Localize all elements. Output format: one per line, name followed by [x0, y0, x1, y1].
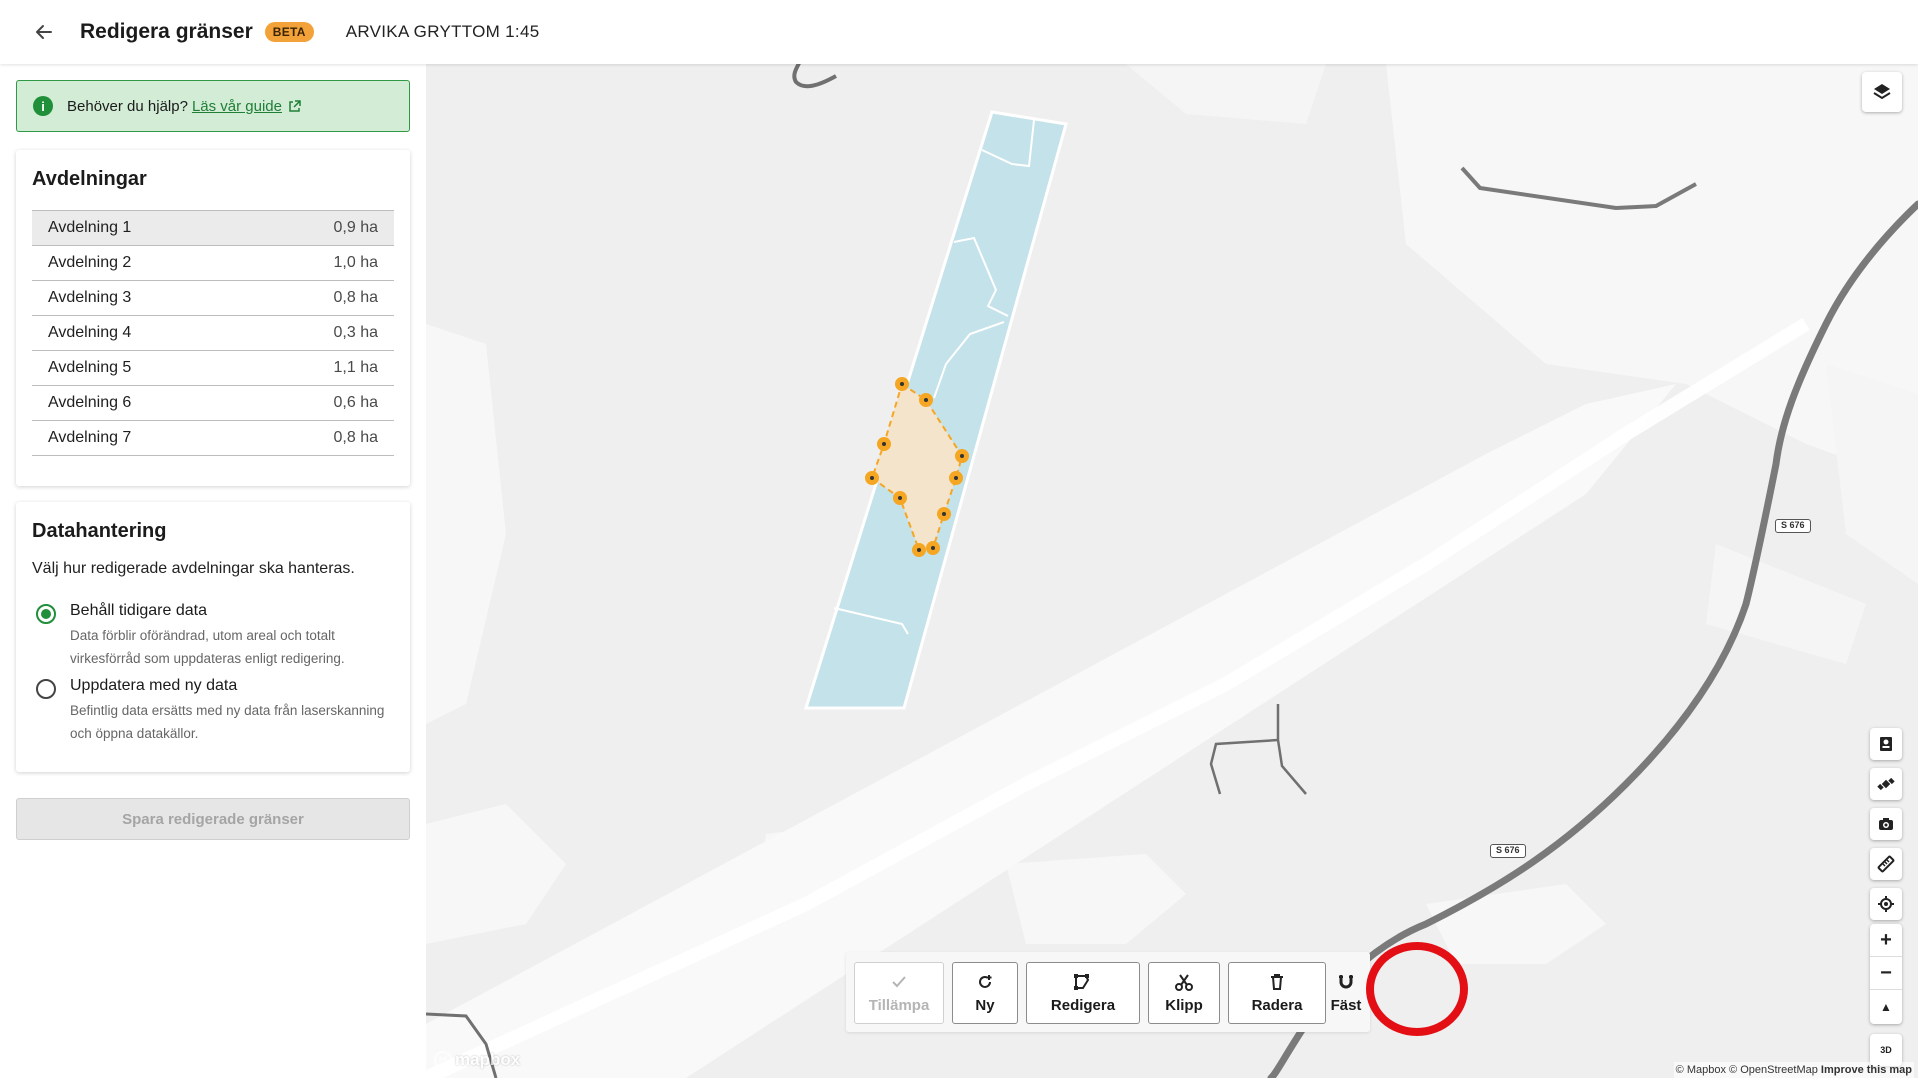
arrow-left-icon — [36, 25, 52, 39]
compass-button[interactable]: ▲ — [1870, 990, 1902, 1023]
edit-button[interactable]: Redigera — [1026, 962, 1140, 1024]
magnet-icon — [1339, 974, 1353, 988]
measure-button[interactable] — [1870, 848, 1902, 880]
section-name: Avdelning 1 — [48, 219, 132, 236]
page-title: Redigera gränser — [80, 20, 253, 43]
sections-list: Avdelning 1 0,9 ha Avdelning 2 1,0 ha Avde… — [32, 210, 394, 456]
section-area: 1,0 ha — [333, 254, 378, 271]
section-row[interactable]: Avdelning 4 0,3 ha — [32, 316, 394, 351]
section-name: Avdelning 3 — [48, 289, 132, 306]
check-icon — [892, 975, 906, 987]
map-attribution: © Mapbox © OpenStreetMap Improve this ma… — [1673, 1062, 1914, 1078]
section-area: 0,3 ha — [333, 324, 378, 341]
section-area: 0,6 ha — [333, 394, 378, 411]
delete-label: Radera — [1251, 996, 1303, 1014]
section-area: 0,9 ha — [333, 219, 378, 236]
section-name: Avdelning 6 — [48, 394, 132, 411]
update-data-description: Befintlig data ersätts med ny data från … — [70, 703, 385, 741]
help-banner: i Behöver du hjälp? Läs vår guide — [16, 80, 410, 132]
sections-card: Avdelningar Avdelning 1 0,9 ha Avdelning … — [16, 150, 410, 486]
sections-title: Avdelningar — [32, 168, 147, 190]
new-label: Ny — [975, 996, 995, 1014]
zoom-controls: + − ▲ — [1870, 924, 1902, 1024]
top-header: Redigera gränser BETA ARVIKA GRYTTOM 1:4… — [0, 0, 1918, 64]
back-button[interactable] — [26, 14, 62, 50]
update-data-radio[interactable] — [36, 679, 56, 699]
ruler-icon — [1877, 855, 1895, 873]
new-button[interactable]: Ny — [952, 962, 1018, 1024]
map-canvas[interactable] — [426, 64, 1918, 1078]
section-row[interactable]: Avdelning 2 1,0 ha — [32, 246, 394, 281]
attribution-mapbox[interactable]: © Mapbox — [1676, 1064, 1726, 1076]
update-data-option[interactable]: Uppdatera med ny data Befintlig data ers… — [36, 677, 390, 745]
section-name: Avdelning 2 — [48, 254, 132, 271]
edit-toolbar: Tillämpa Ny Redigera Klipp Radera Fäst — [846, 952, 1370, 1032]
view-3d-label: 3D — [1880, 1045, 1892, 1055]
update-data-label: Uppdatera med ny data — [70, 677, 238, 694]
guide-link[interactable]: Läs vår guide — [192, 98, 301, 115]
improve-map-link[interactable]: Improve this map — [1821, 1064, 1912, 1076]
mapbox-logo[interactable]: mapbox — [434, 1050, 520, 1070]
section-area: 0,8 ha — [333, 289, 378, 306]
section-row[interactable]: Avdelning 5 1,1 ha — [32, 351, 394, 386]
contact-button[interactable] — [1870, 728, 1902, 760]
cut-button[interactable]: Klipp — [1148, 962, 1220, 1024]
camera-button[interactable] — [1870, 808, 1902, 840]
snap-label: Fäst — [1330, 996, 1362, 1014]
section-row[interactable]: Avdelning 7 0,8 ha — [32, 421, 394, 456]
sidebar: i Behöver du hjälp? Läs vår guide Avdeln… — [0, 64, 426, 1078]
edit-polygon-icon — [1074, 973, 1090, 990]
external-link-icon — [289, 99, 301, 112]
layers-button[interactable] — [1862, 72, 1902, 112]
beta-badge: BETA — [264, 22, 314, 42]
highlight-circle — [1366, 942, 1468, 1036]
apply-button[interactable]: Tillämpa — [854, 962, 944, 1024]
apply-label: Tillämpa — [868, 996, 930, 1014]
cut-label: Klipp — [1165, 996, 1203, 1014]
section-row[interactable]: Avdelning 6 0,6 ha — [32, 386, 394, 421]
road-number-label: S 676 — [1775, 519, 1811, 533]
section-name: Avdelning 5 — [48, 359, 132, 376]
keep-data-radio[interactable] — [36, 604, 56, 624]
camera-icon — [1879, 818, 1893, 830]
help-text: Behöver du hjälp? — [67, 97, 188, 115]
keep-data-description: Data förblir oförändrad, utom areal och … — [70, 628, 345, 666]
satellite-button[interactable] — [1870, 768, 1902, 800]
scissors-icon — [1175, 973, 1193, 991]
save-boundaries-button[interactable]: Spara redigerade gränser — [16, 798, 410, 840]
mapbox-logo-text: mapbox — [455, 1050, 521, 1069]
section-area: 1,1 ha — [333, 359, 378, 376]
mapbox-logo-icon — [434, 1051, 452, 1069]
map-view[interactable]: S 676 S 676 + − ▲ 3D Tillämpa Ny Rediger… — [426, 64, 1918, 1078]
section-row[interactable]: Avdelning 1 0,9 ha — [32, 211, 394, 246]
contact-icon — [1880, 737, 1892, 751]
edit-label: Redigera — [1050, 996, 1116, 1014]
keep-data-label: Behåll tidigare data — [70, 602, 207, 619]
section-row[interactable]: Avdelning 3 0,8 ha — [32, 281, 394, 316]
section-area: 0,8 ha — [333, 429, 378, 446]
satellite-icon — [1877, 777, 1895, 791]
layers-icon — [1873, 84, 1891, 100]
section-name: Avdelning 7 — [48, 429, 132, 446]
attribution-osm[interactable]: © OpenStreetMap — [1729, 1064, 1818, 1076]
data-handling-card: Datahantering Välj hur redigerade avdeln… — [16, 502, 410, 772]
new-polygon-icon — [979, 974, 992, 988]
locate-button[interactable] — [1870, 888, 1902, 920]
section-name: Avdelning 4 — [48, 324, 132, 341]
forest-parcel[interactable] — [803, 110, 1068, 710]
locate-icon — [1878, 896, 1894, 912]
data-handling-description: Välj hur redigerade avdelningar ska hant… — [32, 560, 355, 577]
road-number-label: S 676 — [1490, 844, 1526, 858]
zoom-in-button[interactable]: + — [1870, 924, 1902, 957]
guide-link-label: Läs vår guide — [191, 97, 282, 115]
data-handling-title: Datahantering — [32, 520, 167, 542]
trash-icon — [1271, 973, 1283, 990]
zoom-out-button[interactable]: − — [1870, 957, 1902, 990]
property-name: ARVIKA GRYTTOM 1:45 — [345, 22, 540, 41]
keep-data-option[interactable]: Behåll tidigare data Data förblir oförän… — [36, 602, 390, 670]
info-icon: i — [33, 96, 53, 116]
